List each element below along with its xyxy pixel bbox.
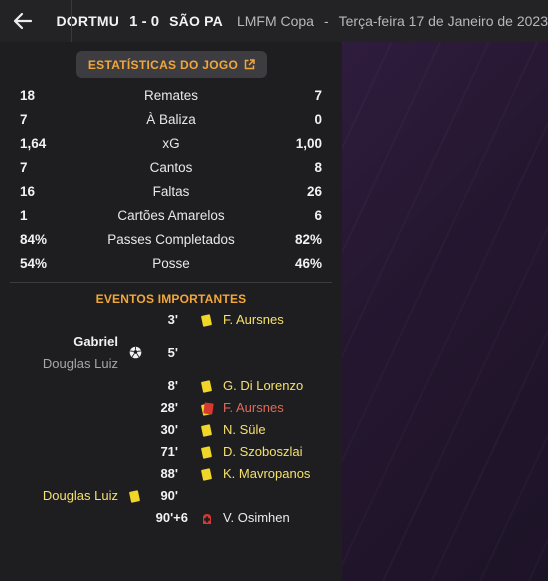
event-player[interactable]: D. Szoboszlai bbox=[223, 444, 302, 459]
competition-link[interactable]: LMFM Copa bbox=[237, 13, 314, 29]
external-link-icon bbox=[244, 59, 255, 70]
event-minute: 90'+6 bbox=[155, 510, 188, 525]
event-player[interactable]: V. Osimhen bbox=[223, 510, 290, 525]
event-row: 3' F. Aursnes bbox=[0, 310, 342, 330]
stat-label: Faltas bbox=[152, 183, 190, 199]
event-minute: 88' bbox=[160, 466, 178, 481]
stat-home-value: 1 bbox=[20, 207, 28, 223]
event-player[interactable]: G. Di Lorenzo bbox=[223, 378, 303, 393]
stat-away-value: 1,00 bbox=[295, 135, 322, 151]
stat-away-value: 82% bbox=[294, 231, 322, 247]
event-player[interactable]: K. Mavropanos bbox=[223, 466, 310, 481]
stat-row-possession: 54% Posse 46% bbox=[20, 253, 322, 273]
stat-row-passes: 84% Passes Completados 82% bbox=[20, 229, 322, 249]
stat-row-yellow-cards: 1 Cartões Amarelos 6 bbox=[20, 205, 322, 225]
stat-away-value: 8 bbox=[314, 159, 322, 175]
event-minute: 30' bbox=[160, 422, 178, 437]
stat-label: xG bbox=[162, 135, 180, 151]
section-divider bbox=[10, 282, 332, 283]
event-minute: 3' bbox=[167, 312, 178, 327]
stat-home-value: 18 bbox=[20, 87, 36, 103]
stat-home-value: 1,64 bbox=[20, 135, 47, 151]
event-player[interactable]: F. Aursnes bbox=[223, 400, 284, 415]
event-player[interactable]: F. Aursnes bbox=[223, 312, 284, 327]
yellow-card-icon bbox=[200, 380, 214, 394]
event-row: 88' K. Mavropanos bbox=[0, 464, 342, 484]
stat-home-value: 16 bbox=[20, 183, 36, 199]
stat-away-value: 26 bbox=[306, 183, 322, 199]
stat-label: Cantos bbox=[149, 159, 193, 175]
stat-away-value: 7 bbox=[314, 87, 322, 103]
event-player[interactable]: Douglas Luiz bbox=[43, 488, 118, 503]
away-team[interactable]: SÃO PA bbox=[169, 13, 223, 29]
event-minute: 8' bbox=[167, 378, 178, 393]
stat-label: Passes Completados bbox=[107, 231, 235, 247]
stat-home-value: 7 bbox=[20, 111, 28, 127]
event-minute: 90' bbox=[160, 488, 178, 503]
event-row: 90'+6 V. Osimhen bbox=[0, 508, 342, 528]
event-minute: 28' bbox=[160, 400, 178, 415]
goal-assist[interactable]: Douglas Luiz bbox=[43, 356, 118, 371]
stat-home-value: 54% bbox=[20, 255, 48, 271]
background-area bbox=[342, 42, 548, 581]
event-minute: 71' bbox=[160, 444, 178, 459]
match-summary: DORTMU 1 - 0 SÃO PA LMFM Copa - Terça-fe… bbox=[46, 13, 548, 30]
stat-away-value: 6 bbox=[314, 207, 322, 223]
yellow-card-icon bbox=[200, 468, 214, 482]
goal-scorer[interactable]: Gabriel bbox=[73, 334, 118, 349]
key-events-title: EVENTOS IMPORTANTES bbox=[95, 292, 247, 306]
score: 1 - 0 bbox=[129, 12, 160, 30]
stat-away-value: 46% bbox=[294, 255, 322, 271]
event-row: 30' N. Süle bbox=[0, 420, 342, 440]
stat-label: Posse bbox=[152, 255, 190, 271]
match-date: Terça-feira 17 de Janeiro de 2023 bbox=[338, 13, 548, 29]
match-stats-button[interactable]: ESTATÍSTICAS DO JOGO bbox=[76, 51, 267, 78]
arrow-left-icon bbox=[14, 12, 33, 30]
home-team[interactable]: DORTMU bbox=[56, 13, 119, 29]
stat-row-fouls: 16 Faltas 26 bbox=[20, 181, 322, 201]
yellow-card-icon bbox=[200, 446, 214, 460]
stat-row-shots: 18 Remates 7 bbox=[20, 85, 322, 105]
match-header: DORTMU 1 - 0 SÃO PA LMFM Copa - Terça-fe… bbox=[0, 0, 548, 42]
red-card-icon bbox=[200, 402, 214, 416]
yellow-card-icon bbox=[200, 314, 214, 328]
match-stats-button-label: ESTATÍSTICAS DO JOGO bbox=[87, 57, 239, 72]
stat-home-value: 7 bbox=[20, 159, 28, 175]
goal-event: Gabriel Douglas Luiz 5' bbox=[0, 334, 342, 378]
stat-home-value: 84% bbox=[20, 231, 48, 247]
stat-row-corners: 7 Cantos 8 bbox=[20, 157, 322, 177]
back-button[interactable] bbox=[0, 0, 46, 42]
event-row: 71' D. Szoboszlai bbox=[0, 442, 342, 462]
yellow-card-icon bbox=[200, 424, 214, 438]
stat-label: À Baliza bbox=[146, 111, 196, 127]
stat-row-on-target: 7 À Baliza 0 bbox=[20, 109, 322, 129]
header-separator: - bbox=[323, 13, 329, 29]
match-stats-panel: ESTATÍSTICAS DO JOGO 18 Remates 7 7 À Ba… bbox=[0, 42, 342, 581]
header-divider bbox=[71, 0, 72, 42]
stat-away-value: 0 bbox=[314, 111, 322, 127]
stat-label: Remates bbox=[143, 87, 199, 103]
event-row: 28' F. Aursnes bbox=[0, 398, 342, 418]
event-player[interactable]: N. Süle bbox=[223, 422, 266, 437]
stat-label: Cartões Amarelos bbox=[117, 207, 225, 223]
event-row: 8' G. Di Lorenzo bbox=[0, 376, 342, 396]
event-minute: 5' bbox=[167, 345, 178, 360]
event-row: Douglas Luiz 90' bbox=[0, 486, 342, 506]
stat-row-xg: 1,64 xG 1,00 bbox=[20, 133, 322, 153]
injury-icon bbox=[200, 512, 214, 526]
